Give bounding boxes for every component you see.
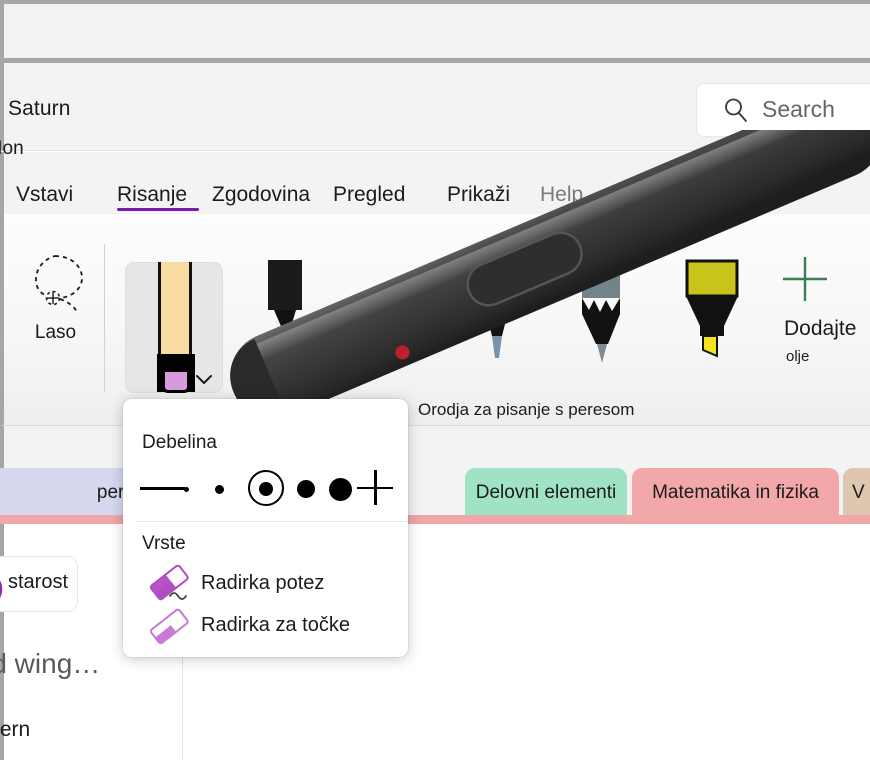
app-window: Saturn Search Vstavi Risanje Zgodovina P… (0, 0, 870, 760)
section-tab-label: Delovni elementi (475, 482, 617, 503)
tab-zgodovina[interactable]: Zgodovina (212, 183, 310, 207)
menu-item-label: Radirka potez (201, 572, 325, 594)
thickness-dot-1[interactable] (184, 486, 189, 492)
page-subtitle-clipped: tern (0, 718, 31, 741)
thickness-selected-ring (248, 470, 284, 506)
lasso-label: Laso (34, 322, 77, 343)
menu-item-radirka-za-tocke[interactable]: Radirka za točke (123, 607, 408, 647)
tab-prikazi[interactable]: Prikaži (447, 183, 510, 207)
section-tab-label: V (852, 482, 865, 503)
window-titlebar[interactable] (0, 4, 870, 58)
active-tab-underline (117, 208, 199, 211)
thickness-dot-5[interactable] (329, 477, 352, 501)
pen-tools-caption: Orodja za pisanje s peresom (418, 400, 635, 419)
chevron-down-icon[interactable] (194, 372, 214, 386)
thickness-dot-2[interactable] (215, 484, 224, 494)
eraser-body-icon (158, 262, 192, 354)
section-tab-matematika-in-fizika[interactable]: Matematika in fizika (632, 468, 839, 518)
page-pill-label: starost (8, 571, 69, 593)
section-tab-v[interactable]: V (843, 468, 870, 518)
point-eraser-icon (149, 607, 192, 647)
menu-item-radirka-potez[interactable]: Radirka potez (123, 564, 408, 605)
stroke-eraser-icon (149, 564, 192, 605)
ribbon-group-divider (104, 244, 105, 392)
section-tab-delovni-elementi[interactable]: Delovni elementi (465, 468, 627, 518)
search-input-placeholder[interactable]: Search (762, 96, 835, 123)
add-pen-sub-label: olje (786, 348, 810, 365)
pen-black-button[interactable] (252, 258, 328, 368)
tab-help[interactable]: Help (540, 183, 583, 207)
menu-item-label: Radirka za točke (201, 614, 350, 636)
minus-icon[interactable] (140, 487, 185, 490)
search-icon (722, 96, 750, 124)
thickness-dot-4[interactable] (297, 480, 315, 498)
document-title: Saturn (8, 97, 71, 120)
tab-risanje[interactable]: Risanje (117, 183, 187, 207)
lasso-icon (22, 252, 92, 318)
eraser-flyout-menu: Debelina Vrste Radirka potez Radirka za … (123, 399, 408, 657)
page-list-divider (182, 640, 183, 760)
types-heading: Vrste (142, 533, 186, 554)
plus-icon-bar[interactable] (357, 486, 393, 489)
eraser-tool-button[interactable] (126, 262, 222, 393)
eraser-ink-swatch (162, 369, 190, 393)
plus-icon (781, 255, 829, 303)
thickness-row (123, 461, 408, 519)
highlighter-yellow-button[interactable] (672, 258, 748, 368)
page-title-clipped: rd wing… (0, 648, 101, 679)
section-tab-label: Matematika in fizika (652, 482, 819, 503)
tab-pregled[interactable]: Pregled (333, 183, 405, 207)
pen-blue-button[interactable] (462, 248, 538, 368)
tab-vstavi[interactable]: Vstavi (16, 183, 73, 207)
add-pen-label: Dodajte (784, 317, 857, 340)
pencil-grey-button[interactable] (566, 252, 642, 368)
thickness-heading: Debelina (142, 432, 217, 453)
lasso-sub-label-clipped: tIon (0, 138, 24, 159)
flyout-divider (137, 521, 408, 522)
